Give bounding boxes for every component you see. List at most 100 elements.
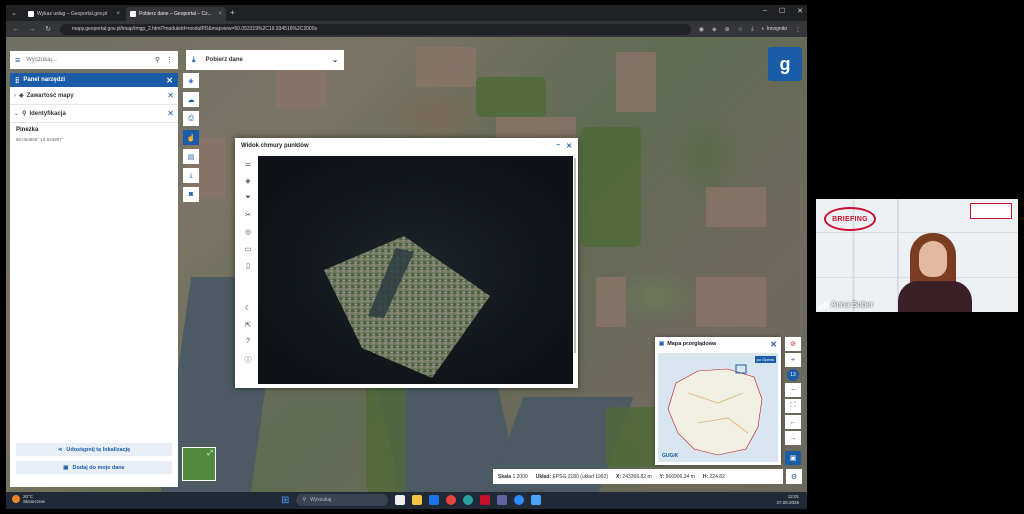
status-bar: Skala 1:2000 Układ: EPSG 2180 (układ 199…: [493, 469, 783, 484]
add-to-my-data-button[interactable]: ▣ Dodaj do moje dane: [16, 461, 172, 474]
zoom-level-badge: 13: [787, 369, 799, 381]
info-icon[interactable]: ⓘ: [241, 355, 255, 367]
identify-hand-icon[interactable]: ☝: [183, 130, 199, 145]
print-icon[interactable]: ⎙: [183, 111, 199, 126]
app-icon[interactable]: [480, 495, 491, 505]
overview-map[interactable]: po Opens GUGiK: [658, 353, 778, 462]
minimize-icon[interactable]: –: [763, 7, 767, 15]
share-location-button[interactable]: ⋖ Udostępnij tę lokalizację: [16, 443, 172, 456]
night-mode-icon[interactable]: ☾: [241, 304, 255, 316]
teams-icon[interactable]: [497, 495, 508, 505]
eye-off-icon[interactable]: ◉: [699, 26, 704, 33]
task-view-icon[interactable]: [395, 495, 406, 505]
dropdown-label: Pobierz dane: [205, 57, 243, 63]
url-field[interactable]: mapy.geoportal.gov.pl/imap/Imgp_2.html?m…: [60, 23, 691, 35]
translate-icon[interactable]: ◈: [712, 26, 717, 33]
zoom-icon[interactable]: ⊕: [725, 26, 730, 33]
hamburger-menu-icon[interactable]: ≡: [15, 55, 20, 65]
close-icon[interactable]: ✕: [566, 142, 572, 150]
settings-sliders-icon[interactable]: ⚌: [241, 160, 255, 172]
weather-widget[interactable]: 20°C Słonecznie: [12, 494, 45, 505]
participant-name: Anna Bober: [831, 300, 874, 309]
forward-arrow-icon[interactable]: →: [785, 431, 801, 445]
import-icon[interactable]: ⤓: [183, 168, 199, 183]
chrome-icon[interactable]: [446, 495, 457, 505]
overview-toggle-icon[interactable]: ▣: [785, 451, 801, 465]
zoom-in-button[interactable]: +: [785, 353, 801, 367]
search-icon[interactable]: ⚲: [155, 56, 160, 64]
menu-dots-icon[interactable]: ⋮: [795, 26, 801, 33]
address-bar: ← → ↻ mapy.geoportal.gov.pl/imap/Imgp_2.…: [6, 21, 807, 37]
no-entry-icon[interactable]: ⊘: [785, 337, 801, 351]
edge-icon[interactable]: [463, 495, 474, 505]
chevron-down-icon: ⌄: [14, 111, 20, 117]
map-content-row[interactable]: › ◈ Zawartość mapy ✕: [10, 87, 178, 105]
calculator-icon[interactable]: [531, 495, 542, 505]
gear-icon[interactable]: ⚙: [786, 469, 802, 484]
camera-icon[interactable]: ◙: [183, 187, 199, 202]
new-tab-button[interactable]: +: [230, 8, 235, 17]
taskbar-clock[interactable]: 12:01 27.08.2026: [776, 494, 799, 506]
scale-value[interactable]: 1:2000: [512, 474, 527, 480]
compass-icon[interactable]: ◎: [241, 228, 255, 240]
tab-wykaz-uslug[interactable]: Wykaz usług – Geoportal.gov.pl ×: [24, 7, 124, 21]
close-panel-icon[interactable]: ✕: [166, 76, 173, 85]
window-header: Widok chmury punktów – ✕: [235, 138, 578, 154]
back-arrow-icon[interactable]: ←: [785, 415, 801, 429]
weather-temp: 20°C: [23, 494, 34, 499]
close-row-icon[interactable]: ✕: [167, 91, 174, 100]
scrollbar[interactable]: [574, 158, 576, 353]
grid-icon: ⣿: [15, 77, 20, 84]
cloud-icon[interactable]: ☁: [183, 92, 199, 107]
point-cloud-toolbar: ⚌ ◈ ⏷ ✂ ◎ ▭ ▯ ☾ ⇱ ? ⓘ: [241, 160, 255, 367]
basemap-switcher[interactable]: ⤢: [182, 447, 216, 481]
tab-pobierz-dane[interactable]: Pobierz dane – Geoportal – Cz... ×: [126, 7, 226, 21]
layers-icon[interactable]: ◈: [241, 177, 255, 189]
identification-row[interactable]: ⌄ ⚲ Identyfikacja ✕: [10, 105, 178, 123]
filter-icon[interactable]: ⏷: [241, 194, 255, 206]
minimize-icon[interactable]: –: [556, 142, 560, 150]
layers-icon[interactable]: ◈: [183, 73, 199, 88]
back-icon[interactable]: ←: [12, 26, 20, 33]
more-options-icon[interactable]: ⋮: [166, 56, 173, 64]
taskbar-search[interactable]: ⚲ Wyszukaj: [296, 494, 389, 506]
close-tab-icon[interactable]: ×: [218, 11, 222, 17]
star-icon[interactable]: ☆: [738, 26, 743, 33]
zoom-out-button[interactable]: −: [785, 383, 801, 397]
search-input[interactable]: [26, 57, 149, 63]
reload-icon[interactable]: ↻: [44, 25, 52, 33]
map-icon[interactable]: ▯: [241, 262, 255, 274]
h-value: 224.82: [709, 473, 725, 480]
external-link-icon[interactable]: ⇱: [241, 321, 255, 333]
scissors-icon[interactable]: ✂: [241, 211, 255, 223]
tab-list-icon[interactable]: ⌄: [10, 9, 18, 17]
tab-title: Pobierz dane – Geoportal – Cz...: [139, 11, 212, 17]
close-row-icon[interactable]: ✕: [167, 109, 174, 118]
outlook-icon[interactable]: [429, 495, 440, 505]
point-cloud-viewer[interactable]: [258, 156, 573, 384]
face: [919, 241, 947, 277]
geoportal-logo[interactable]: g: [768, 47, 802, 81]
chevron-down-icon: ⌄: [332, 57, 338, 64]
close-window-icon[interactable]: ✕: [797, 7, 803, 15]
download-icon[interactable]: ⤓: [751, 26, 754, 33]
document-icon[interactable]: ▤: [183, 149, 199, 164]
close-tab-icon[interactable]: ×: [116, 11, 120, 17]
maximize-icon[interactable]: ☐: [779, 7, 785, 15]
windows-start-icon[interactable]: ⊞: [281, 495, 289, 506]
incognito-badge[interactable]: ◐ Incognito: [762, 26, 787, 32]
file-explorer-icon[interactable]: [412, 495, 423, 505]
ruler-icon[interactable]: ▭: [241, 245, 255, 257]
map-canvas[interactable]: ≡ ⚲ ⋮ ⣿ Panel narzędzi ✕ › ◈ Zawartość m…: [6, 37, 807, 492]
crs-value[interactable]: EPSG 2180 (układ 1992): [552, 474, 608, 480]
overview-tag: po Opens: [754, 356, 776, 363]
forward-icon[interactable]: →: [28, 26, 36, 33]
row-label: Zawartość mapy: [26, 92, 74, 99]
webcam-video: BRIEFING Anna Bober: [816, 199, 1018, 312]
participant-figure: [898, 229, 978, 312]
close-icon[interactable]: ✕: [770, 340, 777, 349]
download-dropdown[interactable]: ⤓ Pobierz dane ⌄: [186, 50, 344, 70]
zoom-app-icon[interactable]: [514, 495, 525, 505]
fullscreen-icon[interactable]: ⛶: [785, 399, 801, 413]
help-icon[interactable]: ?: [241, 338, 255, 350]
